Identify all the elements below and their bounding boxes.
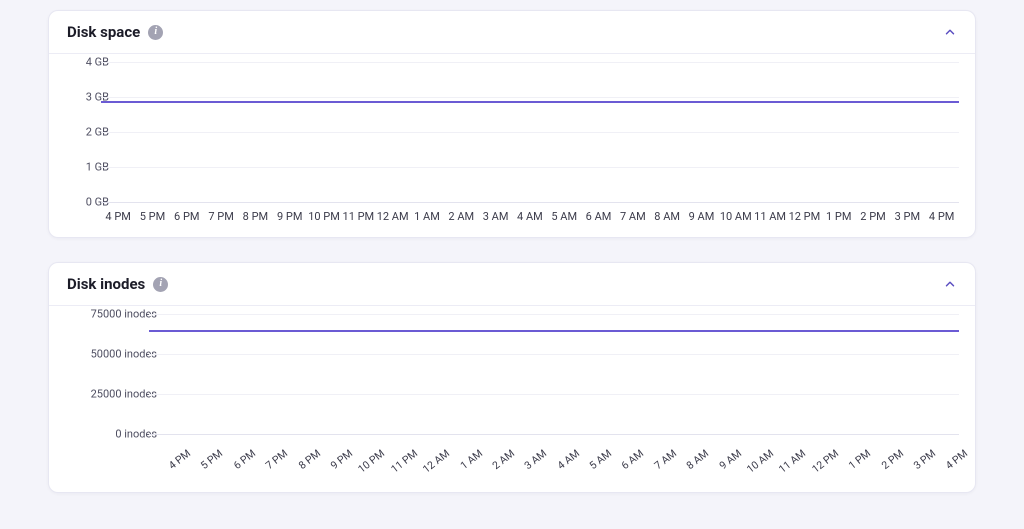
- chevron-up-icon[interactable]: [943, 25, 957, 39]
- x-tick-label: 5 PM: [135, 210, 169, 223]
- disk-inodes-chart: 0 inodes25000 inodes50000 inodes75000 in…: [49, 306, 975, 492]
- x-tick-label: 9 PM: [273, 210, 307, 223]
- x-axis: 4 PM5 PM6 PM7 PM8 PM9 PM10 PM11 PM12 AM1…: [101, 210, 959, 223]
- x-tick-label: 10 AM: [719, 210, 753, 223]
- x-tick-label: 6 AM: [581, 210, 615, 223]
- card-title: Disk inodes: [67, 275, 145, 293]
- y-axis: 0 inodes25000 inodes50000 inodes75000 in…: [71, 314, 157, 434]
- x-tick-label: 11 AM: [753, 210, 787, 223]
- y-tick-label: 75000 inodes: [91, 308, 157, 321]
- x-tick-label: 7 PM: [204, 210, 238, 223]
- disk-inodes-card: Disk inodes i 0 inodes25000 inodes50000 …: [48, 262, 976, 493]
- disk-space-header[interactable]: Disk space i: [49, 11, 975, 54]
- x-tick-label: 1 AM: [410, 210, 444, 223]
- chevron-up-icon[interactable]: [943, 277, 957, 291]
- card-title: Disk space: [67, 23, 140, 41]
- x-tick-label: 4 PM: [933, 442, 981, 490]
- x-tick-label: 4 AM: [513, 210, 547, 223]
- gridline: [101, 202, 959, 203]
- x-tick-label: 12 AM: [376, 210, 410, 223]
- x-tick-label: 4 PM: [101, 210, 135, 223]
- x-tick-label: 7 AM: [616, 210, 650, 223]
- series-line: [149, 330, 959, 332]
- gridline: [149, 394, 959, 395]
- x-tick-label: 5 AM: [547, 210, 581, 223]
- x-tick-label: 8 AM: [650, 210, 684, 223]
- title-wrap: Disk space i: [67, 23, 163, 41]
- title-wrap: Disk inodes i: [67, 275, 168, 293]
- gridline: [149, 434, 959, 435]
- x-tick-label: 3 AM: [478, 210, 512, 223]
- gridline: [101, 62, 959, 63]
- gridline: [149, 354, 959, 355]
- disk-space-card: Disk space i 0 GB1 GB2 GB3 GB4 GB 4 PM5 …: [48, 10, 976, 238]
- x-tick-label: 2 AM: [444, 210, 478, 223]
- x-tick-label: 3 PM: [890, 210, 924, 223]
- gridline: [101, 97, 959, 98]
- x-tick-label: 8 PM: [238, 210, 272, 223]
- x-tick-label: 6 PM: [170, 210, 204, 223]
- disk-inodes-header[interactable]: Disk inodes i: [49, 263, 975, 306]
- gridline: [149, 314, 959, 315]
- y-tick-label: 50000 inodes: [91, 348, 157, 361]
- series-line: [101, 101, 959, 103]
- chart-area: 0 GB1 GB2 GB3 GB4 GB 4 PM5 PM6 PM7 PM8 P…: [59, 62, 965, 223]
- gridline: [101, 167, 959, 168]
- gridline: [101, 132, 959, 133]
- chart-area: 0 inodes25000 inodes50000 inodes75000 in…: [59, 314, 965, 478]
- x-tick-label: 9 AM: [684, 210, 718, 223]
- disk-space-chart: 0 GB1 GB2 GB3 GB4 GB 4 PM5 PM6 PM7 PM8 P…: [49, 54, 975, 237]
- x-tick-label: 1 PM: [822, 210, 856, 223]
- plot-area: [149, 314, 959, 434]
- x-tick-label: 2 PM: [856, 210, 890, 223]
- plot-area: [101, 62, 959, 202]
- info-icon[interactable]: i: [153, 277, 168, 292]
- x-tick-label: 10 PM: [307, 210, 341, 223]
- x-tick-label: 4 PM: [925, 210, 959, 223]
- x-axis: 4 PM5 PM6 PM7 PM8 PM9 PM10 PM11 PM12 AM1…: [149, 442, 959, 478]
- x-tick-label: 12 PM: [787, 210, 821, 223]
- y-tick-label: 25000 inodes: [91, 388, 157, 401]
- info-icon[interactable]: i: [148, 25, 163, 40]
- x-tick-label: 11 PM: [341, 210, 375, 223]
